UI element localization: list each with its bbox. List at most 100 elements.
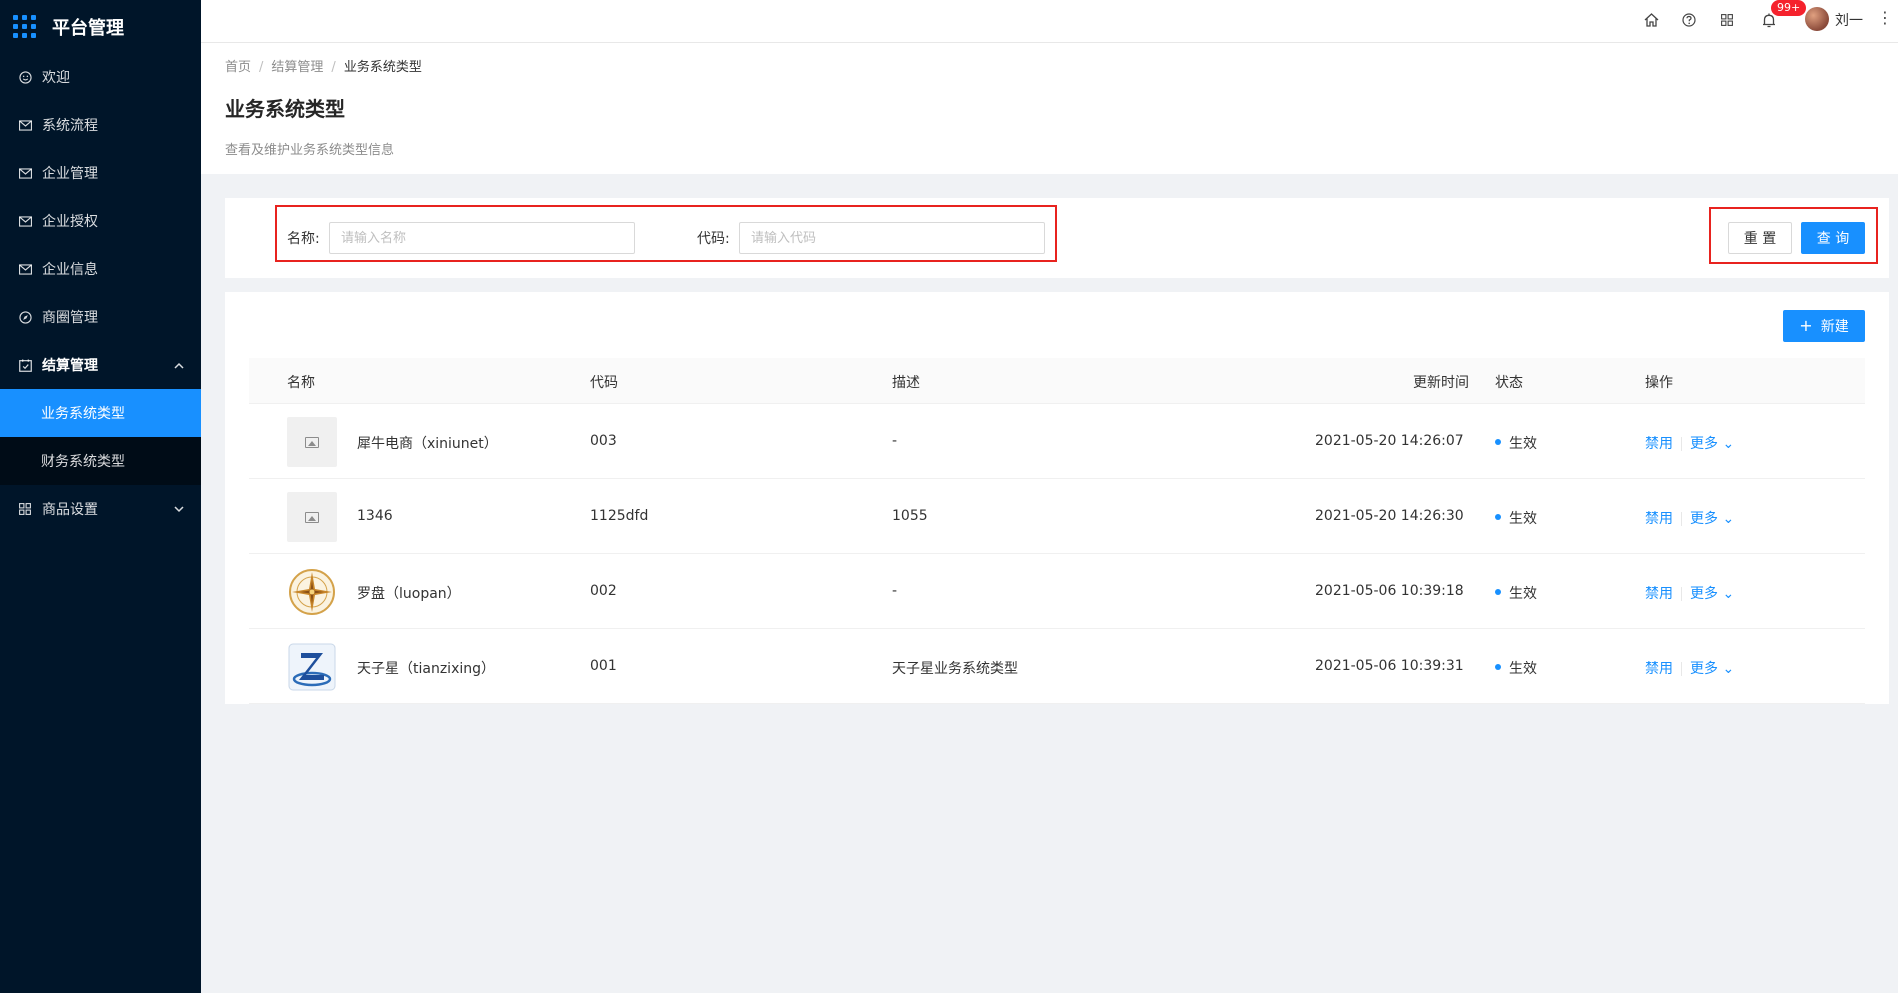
- z-logo-icon: [287, 642, 337, 692]
- row-actions: 禁用 更多 ⌄: [1645, 508, 1734, 528]
- column-header-name: 名称: [287, 375, 315, 391]
- question-icon[interactable]: [1679, 10, 1699, 30]
- disable-link[interactable]: 禁用: [1645, 436, 1673, 452]
- column-header-code: 代码: [590, 375, 618, 391]
- status-dot-icon: [1495, 589, 1501, 595]
- table-header: 名称 代码 描述 更新时间 状态 操作: [249, 358, 1865, 404]
- sidebar-item-business-district[interactable]: 商圈管理: [0, 293, 201, 341]
- sidebar-item-label: 企业信息: [42, 262, 98, 278]
- top-header: 99+ 刘一 ⋮: [201, 0, 1898, 43]
- page-description: 查看及维护业务系统类型信息: [225, 143, 395, 158]
- table-card: + 新建 名称 代码 描述 更新时间 状态 操作 犀牛电商（xiniunet） …: [225, 292, 1889, 704]
- appstore-icon: [17, 501, 33, 517]
- compass-logo-icon: [287, 567, 337, 617]
- sidebar-item-finance-system-type[interactable]: 财务系统类型: [0, 437, 201, 485]
- row-name: 犀牛电商（xiniunet）: [357, 436, 498, 452]
- sidebar-menu: 欢迎 系统流程 企业管理 企业授权 企业信息 商圈管理 结算管理 业务系统类型 …: [0, 53, 201, 533]
- code-label: 代码:: [697, 231, 730, 247]
- row-updated-time: 2021-05-06 10:39:31: [1315, 658, 1464, 674]
- row-name: 罗盘（luopan）: [357, 586, 461, 602]
- page-header: 首页 / 结算管理 / 业务系统类型 业务系统类型 查看及维护业务系统类型信息: [201, 43, 1898, 174]
- sidebar-item-system-flow[interactable]: 系统流程: [0, 101, 201, 149]
- username[interactable]: 刘一: [1835, 10, 1863, 30]
- breadcrumb-home[interactable]: 首页: [225, 60, 251, 75]
- chevron-down-icon: ⌄: [1722, 586, 1735, 602]
- column-header-description: 描述: [892, 375, 920, 391]
- smile-icon: [17, 69, 33, 85]
- home-icon[interactable]: [1641, 10, 1661, 30]
- page-title: 业务系统类型: [225, 97, 345, 121]
- avatar[interactable]: [1805, 7, 1829, 31]
- row-name: 1346: [357, 508, 393, 524]
- apps-icon[interactable]: [1717, 10, 1737, 30]
- plus-icon: +: [1799, 316, 1813, 335]
- more-dropdown[interactable]: 更多 ⌄: [1690, 511, 1734, 527]
- row-description: 天子星业务系统类型: [892, 661, 1018, 677]
- chevron-down-icon: ⌄: [1722, 436, 1735, 452]
- row-code: 1125dfd: [590, 508, 649, 524]
- more-vertical-icon[interactable]: ⋮: [1877, 10, 1893, 26]
- sidebar: 平台管理 欢迎 系统流程 企业管理 企业授权 企业信息 商圈管理 结算管理 业务…: [0, 0, 201, 993]
- sidebar-item-label: 企业授权: [42, 214, 98, 230]
- new-button[interactable]: + 新建: [1783, 310, 1865, 342]
- name-input[interactable]: [329, 222, 635, 254]
- row-updated-time: 2021-05-20 14:26:30: [1315, 508, 1464, 524]
- disable-link[interactable]: 禁用: [1645, 586, 1673, 602]
- more-dropdown[interactable]: 更多 ⌄: [1690, 436, 1734, 452]
- new-button-label: 新建: [1820, 319, 1849, 335]
- disable-link[interactable]: 禁用: [1645, 511, 1673, 527]
- sidebar-item-enterprise-authorization[interactable]: 企业授权: [0, 197, 201, 245]
- table-row: 天子星（tianzixing） 001 天子星业务系统类型 2021-05-06…: [249, 629, 1865, 704]
- status-badge: 生效: [1495, 583, 1537, 603]
- sidebar-item-enterprise-management[interactable]: 企业管理: [0, 149, 201, 197]
- code-input[interactable]: [739, 222, 1045, 254]
- logo[interactable]: 平台管理: [0, 0, 201, 53]
- sidebar-item-label: 欢迎: [42, 70, 70, 86]
- column-header-updated: 更新时间: [1413, 375, 1469, 391]
- image-placeholder-icon: [287, 492, 337, 542]
- chevron-down-icon: ⌄: [1722, 511, 1735, 527]
- status-badge: 生效: [1495, 508, 1537, 528]
- sidebar-item-welcome[interactable]: 欢迎: [0, 53, 201, 101]
- chevron-up-icon: [174, 359, 184, 372]
- row-actions: 禁用 更多 ⌄: [1645, 658, 1734, 678]
- breadcrumb-current: 业务系统类型: [343, 60, 422, 75]
- bell-icon[interactable]: 99+: [1759, 0, 1807, 30]
- row-updated-time: 2021-05-20 14:26:07: [1315, 433, 1464, 449]
- breadcrumb: 首页 / 结算管理 / 业务系统类型: [225, 60, 422, 75]
- sidebar-item-label: 商圈管理: [42, 310, 98, 326]
- more-dropdown[interactable]: 更多 ⌄: [1690, 586, 1734, 602]
- status-dot-icon: [1495, 514, 1501, 520]
- query-button[interactable]: 查 询: [1801, 222, 1865, 254]
- sidebar-item-settlement[interactable]: 结算管理: [0, 341, 201, 389]
- breadcrumb-settlement[interactable]: 结算管理: [271, 60, 323, 75]
- column-header-status: 状态: [1495, 375, 1523, 391]
- sidebar-item-enterprise-info[interactable]: 企业信息: [0, 245, 201, 293]
- status-dot-icon: [1495, 664, 1501, 670]
- mail-icon: [17, 165, 33, 181]
- mail-icon: [17, 117, 33, 133]
- sidebar-item-label: 结算管理: [42, 358, 98, 374]
- sidebar-item-product-settings[interactable]: 商品设置: [0, 485, 201, 533]
- table-row: 犀牛电商（xiniunet） 003 - 2021-05-20 14:26:07…: [249, 404, 1865, 479]
- row-actions: 禁用 更多 ⌄: [1645, 433, 1734, 453]
- mail-icon: [17, 213, 33, 229]
- status-badge: 生效: [1495, 433, 1537, 453]
- disable-link[interactable]: 禁用: [1645, 661, 1673, 677]
- reset-button[interactable]: 重 置: [1728, 222, 1792, 254]
- column-header-actions: 操作: [1645, 375, 1673, 391]
- chevron-down-icon: ⌄: [1722, 661, 1735, 677]
- status-badge: 生效: [1495, 658, 1537, 678]
- status-dot-icon: [1495, 439, 1501, 445]
- sidebar-item-label: 商品设置: [42, 502, 98, 518]
- logo-grid-icon: [13, 14, 37, 39]
- compass-icon: [17, 309, 33, 325]
- name-label: 名称:: [287, 231, 320, 247]
- sidebar-item-business-system-type[interactable]: 业务系统类型: [0, 389, 201, 437]
- settlement-submenu: 业务系统类型 财务系统类型: [0, 389, 201, 485]
- row-actions: 禁用 更多 ⌄: [1645, 583, 1734, 603]
- table-row: 1346 1125dfd 1055 2021-05-20 14:26:30 生效…: [249, 479, 1865, 554]
- more-dropdown[interactable]: 更多 ⌄: [1690, 661, 1734, 677]
- row-code: 002: [590, 583, 617, 599]
- row-code: 003: [590, 433, 617, 449]
